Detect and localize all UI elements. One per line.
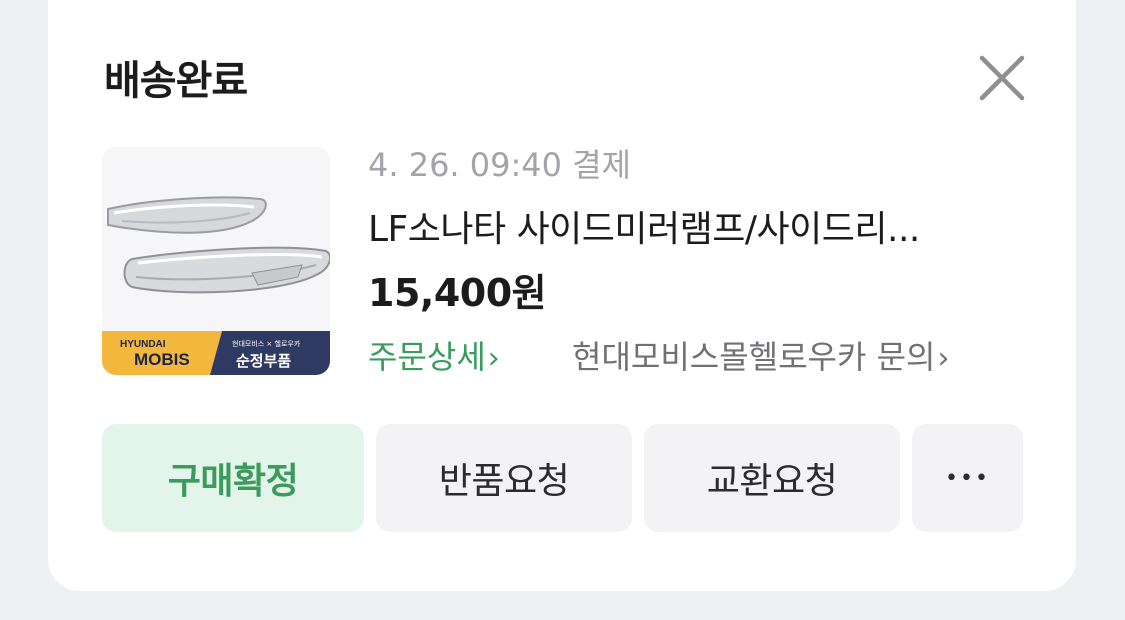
seller-inquiry-label: 현대모비스몰헬로우카 문의 [572, 338, 936, 376]
product-name[interactable]: LF소나타 사이드미러램프/사이드리... [368, 200, 1008, 252]
exchange-request-button[interactable]: 교환요청 [644, 424, 900, 532]
order-detail-link[interactable]: 주문상세› [368, 332, 500, 378]
more-options-button[interactable]: ••• [912, 424, 1023, 532]
product-thumbnail[interactable]: HYUNDAI MOBIS 현대모비스 × 헬로우카 순정부품 [102, 147, 330, 375]
product-price: 15,400원 [368, 271, 547, 315]
delivery-status-title: 배송완료 [104, 58, 248, 104]
brand-small-text: 현대모비스 × 헬로우카 [232, 339, 301, 348]
brand-line1: HYUNDAI [120, 339, 166, 350]
brand-banner: HYUNDAI MOBIS 현대모비스 × 헬로우카 순정부품 [102, 331, 330, 375]
confirm-purchase-button[interactable]: 구매확정 [102, 424, 364, 532]
seller-inquiry-link[interactable]: 현대모비스몰헬로우카 문의› [572, 332, 949, 378]
return-request-button[interactable]: 반품요청 [376, 424, 632, 532]
close-button[interactable] [972, 48, 1032, 108]
genuine-parts-tag: 순정부품 [236, 352, 291, 370]
close-icon [979, 55, 1025, 101]
order-detail-label: 주문상세 [368, 338, 486, 376]
chevron-right-icon: › [487, 341, 500, 376]
chevron-right-icon: › [937, 341, 950, 376]
order-payment-date: 4. 26. 09:40 결제 [368, 146, 632, 184]
brand-line2: MOBIS [134, 350, 190, 369]
more-dots-icon: ••• [945, 465, 990, 491]
